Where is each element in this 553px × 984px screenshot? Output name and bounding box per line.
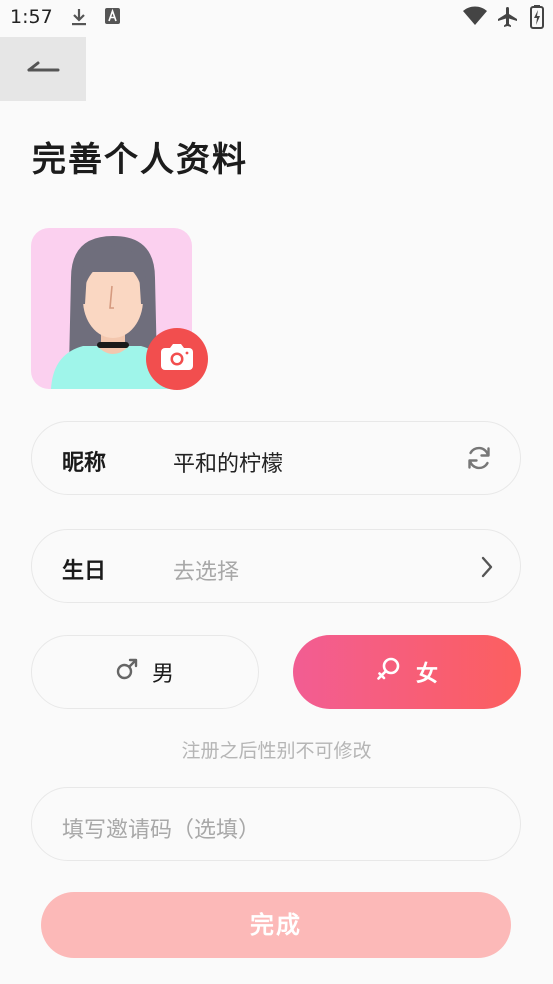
male-symbol-icon: [116, 658, 138, 686]
done-button[interactable]: 完成: [41, 892, 511, 958]
gender-female-button[interactable]: 女: [293, 635, 521, 709]
birthday-placeholder: 去选择: [173, 560, 240, 585]
download-icon: [70, 7, 88, 31]
gender-male-button[interactable]: 男: [31, 635, 259, 709]
back-button[interactable]: [0, 37, 86, 101]
birthday-label: 生日: [62, 559, 107, 584]
female-symbol-icon: [376, 656, 402, 688]
invite-code-field[interactable]: 填写邀请码（选填）: [31, 787, 521, 861]
birthday-field[interactable]: 生日 去选择: [31, 529, 521, 603]
nickname-label: 昵称: [62, 451, 107, 476]
nickname-field[interactable]: 昵称 平和的柠檬: [31, 421, 521, 495]
chevron-right-icon: [480, 555, 494, 583]
status-bar: 1:57: [0, 0, 553, 36]
wifi-icon: [462, 6, 488, 30]
airplane-mode-icon: [496, 5, 520, 33]
gender-male-label: 男: [151, 662, 174, 687]
status-time: 1:57: [10, 6, 53, 28]
gender-note: 注册之后性别不可修改: [181, 740, 372, 762]
page-title: 完善个人资料: [32, 140, 248, 180]
nickname-value[interactable]: 平和的柠檬: [173, 446, 283, 478]
change-avatar-button[interactable]: [146, 328, 208, 390]
camera-icon: [160, 343, 194, 375]
refresh-icon[interactable]: [466, 445, 492, 475]
app-notification-icon: [104, 7, 121, 29]
battery-charging-icon: [530, 5, 544, 33]
gender-female-label: 女: [415, 662, 438, 687]
back-arrow-icon: [26, 59, 60, 79]
invite-code-placeholder: 填写邀请码（选填）: [62, 818, 261, 843]
